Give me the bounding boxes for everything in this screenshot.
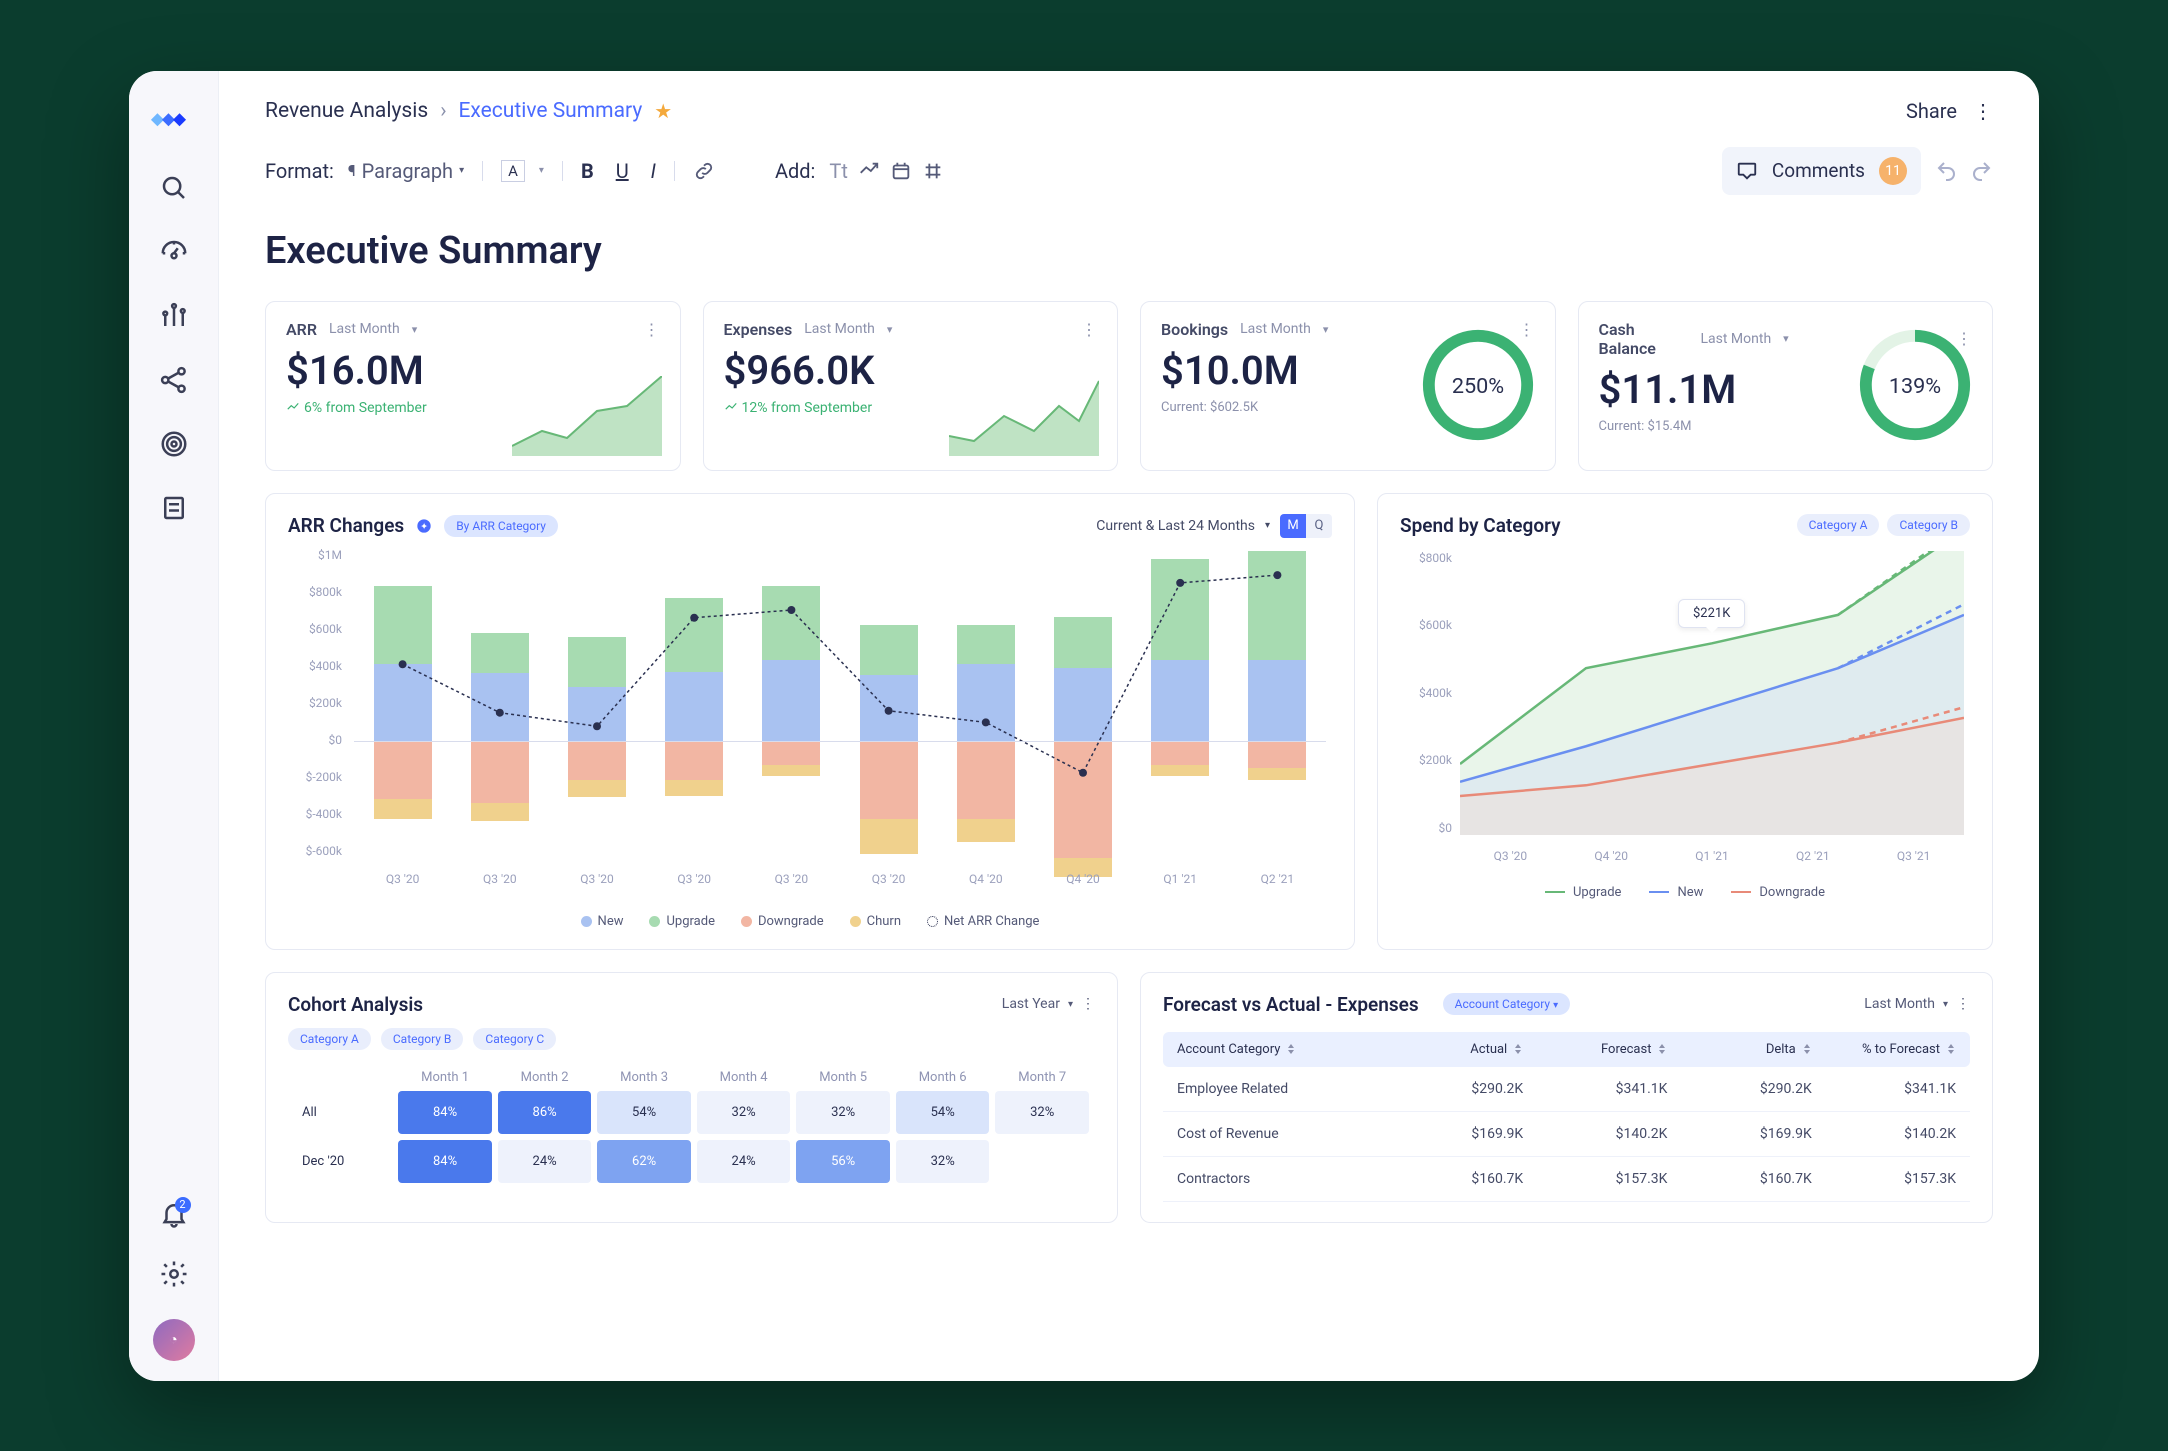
kpi-menu-icon[interactable]: ⋮: [644, 320, 660, 339]
sidebar-nav: [159, 173, 189, 523]
insert-trend-icon[interactable]: [858, 160, 880, 182]
range-dropdown[interactable]: Current & Last 24 Months: [1096, 518, 1255, 534]
kpi-expenses: ExpensesLast Month▾⋮ $966.0K 12% from Se…: [703, 301, 1119, 471]
filter-pill[interactable]: Category A: [1797, 514, 1880, 536]
filter-pill[interactable]: Category B: [1887, 514, 1970, 536]
panel-menu-icon[interactable]: ⋮: [1956, 996, 1970, 1012]
dashboard-icon[interactable]: [159, 237, 189, 267]
chart-tooltip: $221K: [1678, 599, 1745, 628]
insert-text-icon[interactable]: Tt: [829, 159, 847, 183]
panel-forecast-actual: Forecast vs Actual - Expenses Account Ca…: [1140, 972, 1993, 1223]
panel-menu-icon[interactable]: ⋮: [1081, 996, 1095, 1012]
share-nodes-icon[interactable]: [159, 365, 189, 395]
filter-pill[interactable]: Category A: [288, 1028, 371, 1050]
range-dropdown[interactable]: Last Month: [1864, 996, 1935, 1012]
arr-chart: $1M$800k$600k$400k$200k$0$-200k$-400k$-6…: [288, 548, 1332, 908]
document-icon[interactable]: [159, 493, 189, 523]
more-menu-icon[interactable]: ⋮: [1973, 99, 1993, 123]
range-dropdown[interactable]: Last Year: [1002, 996, 1060, 1012]
comments-count: 11: [1879, 157, 1907, 185]
breadcrumb-root[interactable]: Revenue Analysis: [265, 99, 428, 123]
granularity-toggle[interactable]: M Q: [1280, 514, 1332, 538]
insert-grid-icon[interactable]: [922, 160, 944, 182]
svg-text:250%: 250%: [1451, 373, 1503, 398]
kpi-bookings: BookingsLast Month▾⋮ $10.0M Current: $60…: [1140, 301, 1556, 471]
comments-button[interactable]: Comments 11: [1722, 147, 1921, 195]
panel-cohort: Cohort Analysis Last Year▾ ⋮ Category A …: [265, 972, 1118, 1223]
app-window: 2 ◔ Revenue Analysis › Executive Summary…: [129, 71, 2039, 1381]
filter-pill[interactable]: Category C: [473, 1028, 556, 1050]
arr-legend: New Upgrade Downgrade Churn Net ARR Chan…: [288, 914, 1332, 929]
gauge-icon: 139%: [1856, 326, 1974, 444]
kpi-cash: Cash BalanceLast Month▾⋮ $11.1M Current:…: [1578, 301, 1994, 471]
format-label: Format:: [265, 159, 334, 183]
add-label: Add:: [775, 159, 815, 183]
comments-label: Comments: [1772, 159, 1865, 182]
italic-button[interactable]: I: [651, 159, 656, 183]
format-toolbar: Format: ¶ Paragraph ▾ A▾ B U I Add: Tt: [265, 159, 944, 183]
info-icon[interactable]: ✦: [416, 518, 432, 534]
share-button[interactable]: Share: [1906, 99, 1957, 123]
cohort-table: Month 1Month 2Month 3Month 4Month 5Month…: [288, 1064, 1095, 1189]
filter-pill[interactable]: Account Category ▾: [1443, 993, 1570, 1015]
breadcrumb-current[interactable]: Executive Summary: [459, 99, 643, 123]
svg-text:139%: 139%: [1889, 373, 1941, 398]
svg-text:✦: ✦: [420, 521, 428, 532]
gauge-icon: 250%: [1419, 326, 1537, 444]
panel-spend: Spend by Category Category A Category B …: [1377, 493, 1993, 950]
notifications-button[interactable]: 2: [159, 1199, 189, 1233]
link-icon[interactable]: [693, 160, 715, 182]
notification-count: 2: [175, 1197, 191, 1213]
panel-arr-changes: ARR Changes ✦ By ARR Category Current & …: [265, 493, 1355, 950]
underline-button[interactable]: U: [616, 159, 629, 183]
comment-icon: [1736, 160, 1758, 182]
filter-pill[interactable]: Category B: [381, 1028, 464, 1050]
spend-chart: $800k$600k$400k$200k$0 $221K Q3 '20Q4 '2…: [1400, 551, 1970, 881]
text-color-button[interactable]: A: [501, 160, 525, 182]
insert-calendar-icon[interactable]: [890, 160, 912, 182]
star-icon[interactable]: ★: [654, 99, 672, 123]
metrics-icon[interactable]: [159, 301, 189, 331]
redo-icon[interactable]: [1969, 159, 1993, 183]
kpi-menu-icon[interactable]: ⋮: [1081, 320, 1097, 339]
page-title: Executive Summary: [265, 229, 1993, 273]
kpi-arr: ARRLast Month▾⋮ $16.0M 6% from September: [265, 301, 681, 471]
search-icon[interactable]: [159, 173, 189, 203]
filter-pill[interactable]: By ARR Category: [444, 515, 558, 537]
paragraph-dropdown[interactable]: ¶ Paragraph ▾: [348, 159, 464, 183]
forecast-table: Account CategoryActualForecastDelta% to …: [1163, 1032, 1970, 1202]
spend-legend: Upgrade New Downgrade: [1400, 885, 1970, 900]
kpi-row: ARRLast Month▾⋮ $16.0M 6% from September…: [265, 301, 1993, 471]
breadcrumb: Revenue Analysis › Executive Summary ★: [265, 99, 672, 123]
undo-icon[interactable]: [1935, 159, 1959, 183]
main: Revenue Analysis › Executive Summary ★ S…: [219, 71, 2039, 1381]
target-icon[interactable]: [159, 429, 189, 459]
avatar[interactable]: ◔: [153, 1319, 195, 1361]
sparkline-icon: [512, 376, 662, 456]
bold-button[interactable]: B: [581, 159, 594, 183]
gear-icon[interactable]: [159, 1259, 189, 1289]
sidebar: 2 ◔: [129, 71, 219, 1381]
chevron-right-icon: ›: [440, 99, 446, 123]
logo-icon: [151, 101, 197, 133]
sparkline-icon: [949, 376, 1099, 456]
